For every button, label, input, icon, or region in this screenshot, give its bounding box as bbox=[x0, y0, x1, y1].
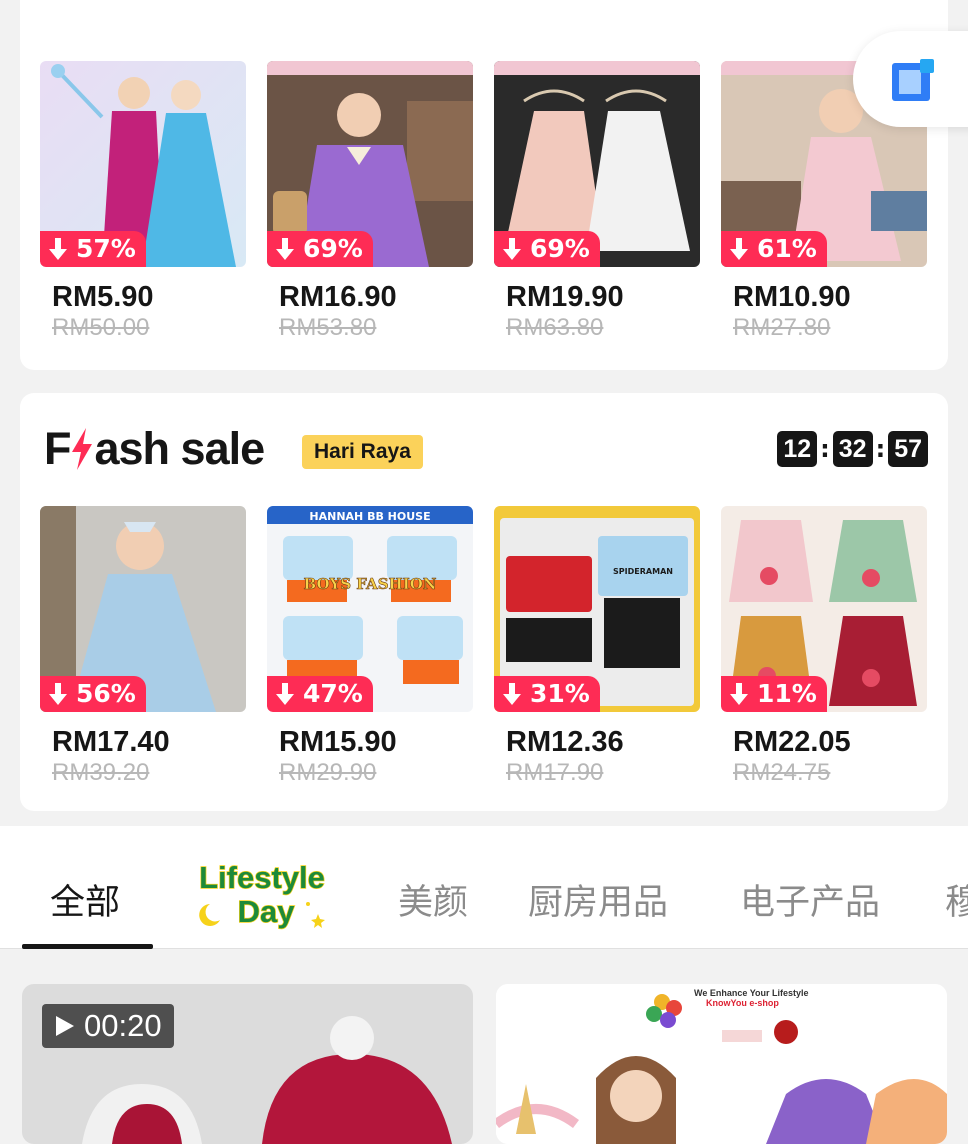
timer-hours: 12 bbox=[777, 431, 818, 467]
shop-tagline: We Enhance Your Lifestyle bbox=[694, 988, 809, 998]
arrow-down-icon bbox=[49, 238, 67, 260]
product-image[interactable]: 11% bbox=[721, 506, 927, 712]
product-image[interactable]: SPIDERAMAN 31% bbox=[494, 506, 700, 712]
product-original-price: RM27.80 bbox=[733, 314, 831, 341]
product-original-price: RM29.90 bbox=[279, 759, 377, 786]
video-duration-badge: 00:20 bbox=[42, 1004, 174, 1048]
product-image[interactable]: HANNAH BB HOUSE BOYS FASHION 47% bbox=[267, 506, 473, 712]
product-price: RM22.05 bbox=[733, 726, 851, 758]
discount-badge: 69% bbox=[494, 231, 600, 267]
shop-name: KnowYou e-shop bbox=[706, 998, 779, 1008]
product-image[interactable]: 69% bbox=[494, 61, 700, 267]
discount-section-card: Diskaun Belian Baru 57% bbox=[20, 0, 948, 370]
product-original-price: RM39.20 bbox=[52, 759, 150, 786]
arrow-down-icon bbox=[49, 683, 67, 705]
product-original-price: RM50.00 bbox=[52, 314, 150, 341]
product-original-price: RM53.80 bbox=[279, 314, 377, 341]
promo-text: BOYS FASHION bbox=[304, 575, 437, 593]
discount-percent: 69% bbox=[530, 234, 590, 263]
product-image[interactable]: 69% bbox=[267, 61, 473, 267]
tab-more[interactable]: 穆 bbox=[945, 874, 968, 925]
flash-sale-card[interactable]: F ash sale Hari Raya 12 : 32 : 57 56% RM… bbox=[20, 393, 948, 811]
floating-widget-button[interactable] bbox=[853, 31, 968, 127]
product-card[interactable]: HANNAH BB HOUSE BOYS FASHION 47% RM15.90 bbox=[267, 506, 473, 788]
product-card[interactable]: 56% RM17.40 RM39.20 bbox=[40, 506, 246, 788]
product-thumbnail: We Enhance Your Lifestyle KnowYou e-shop bbox=[496, 984, 947, 1144]
arrow-down-icon bbox=[730, 683, 748, 705]
product-image[interactable]: 56% bbox=[40, 506, 246, 712]
product-original-price: RM24.75 bbox=[733, 759, 831, 786]
arrow-down-icon bbox=[276, 238, 294, 260]
flash-sale-event-badge: Hari Raya bbox=[302, 435, 423, 469]
product-card[interactable]: 69% RM16.90 RM53.80 bbox=[267, 61, 473, 343]
discount-badge: 69% bbox=[267, 231, 373, 267]
play-icon bbox=[56, 1016, 74, 1036]
discount-percent: 31% bbox=[530, 679, 590, 708]
category-tab-bar: 全部 Lifestyle Day 美颜 厨房用品 电子产品 穆 bbox=[0, 826, 968, 949]
timer-minutes: 32 bbox=[832, 431, 873, 467]
shirt-text: SPIDERAMAN bbox=[613, 567, 673, 576]
tab-kitchen[interactable]: 厨房用品 bbox=[528, 874, 668, 925]
arrow-down-icon bbox=[503, 238, 521, 260]
product-price: RM19.90 bbox=[506, 281, 624, 313]
brand-text: HANNAH BB HOUSE bbox=[309, 510, 430, 523]
app-widget-icon bbox=[892, 59, 934, 101]
arrow-down-icon bbox=[503, 683, 521, 705]
arrow-down-icon bbox=[730, 238, 748, 260]
product-card[interactable]: 57% RM5.90 RM50.00 bbox=[40, 61, 246, 343]
product-card[interactable]: 11% RM22.05 RM24.75 bbox=[721, 506, 927, 788]
discount-badge: 47% bbox=[267, 676, 373, 712]
product-price: RM5.90 bbox=[52, 281, 154, 313]
countdown-timer: 12 : 32 : 57 bbox=[777, 431, 928, 467]
star-icon bbox=[311, 914, 325, 928]
discount-percent: 47% bbox=[303, 679, 363, 708]
flash-sale-title-rest: ash sale bbox=[94, 423, 266, 474]
timer-seconds: 57 bbox=[888, 431, 928, 467]
product-card[interactable]: SPIDERAMAN 31% RM12.36 RM17.90 bbox=[494, 506, 700, 788]
discount-section-title: Diskaun Belian Baru bbox=[44, 0, 522, 9]
day-text: Day bbox=[238, 894, 296, 929]
tab-all[interactable]: 全部 bbox=[50, 874, 120, 925]
tab-lifestyle-day[interactable]: Lifestyle Day bbox=[190, 859, 340, 932]
flash-sale-title-first: F bbox=[44, 423, 71, 474]
discount-percent: 61% bbox=[757, 234, 817, 263]
discount-percent: 11% bbox=[757, 679, 817, 708]
discount-badge: 56% bbox=[40, 676, 146, 712]
video-duration: 00:20 bbox=[84, 1008, 162, 1043]
timer-separator: : bbox=[875, 435, 886, 463]
discount-badge: 57% bbox=[40, 231, 146, 267]
product-card[interactable]: 69% RM19.90 RM63.80 bbox=[494, 61, 700, 343]
arrow-down-icon bbox=[276, 683, 294, 705]
discount-percent: 69% bbox=[303, 234, 363, 263]
product-price: RM10.90 bbox=[733, 281, 851, 313]
product-price: RM17.40 bbox=[52, 726, 170, 758]
active-tab-indicator bbox=[22, 944, 153, 949]
discount-percent: 57% bbox=[76, 234, 136, 263]
flash-sale-title: F ash sale bbox=[44, 423, 266, 475]
product-original-price: RM17.90 bbox=[506, 759, 604, 786]
feed-product-card[interactable]: We Enhance Your Lifestyle KnowYou e-shop bbox=[496, 984, 947, 1144]
product-price: RM12.36 bbox=[506, 726, 624, 758]
discount-badge: 11% bbox=[721, 676, 827, 712]
timer-separator: : bbox=[820, 435, 830, 463]
lifestyle-text: Lifestyle bbox=[199, 860, 325, 895]
feed-video-card[interactable]: 00:20 bbox=[22, 984, 473, 1144]
lightning-icon bbox=[71, 428, 92, 470]
discount-badge: 31% bbox=[494, 676, 600, 712]
tab-beauty[interactable]: 美颜 bbox=[398, 874, 468, 925]
discount-percent: 56% bbox=[76, 679, 136, 708]
discount-badge: 61% bbox=[721, 231, 827, 267]
product-price: RM15.90 bbox=[279, 726, 397, 758]
product-original-price: RM63.80 bbox=[506, 314, 604, 341]
moon-icon bbox=[199, 904, 220, 926]
tab-electronics[interactable]: 电子产品 bbox=[740, 874, 880, 925]
product-price: RM16.90 bbox=[279, 281, 397, 313]
product-image[interactable]: 57% bbox=[40, 61, 246, 267]
